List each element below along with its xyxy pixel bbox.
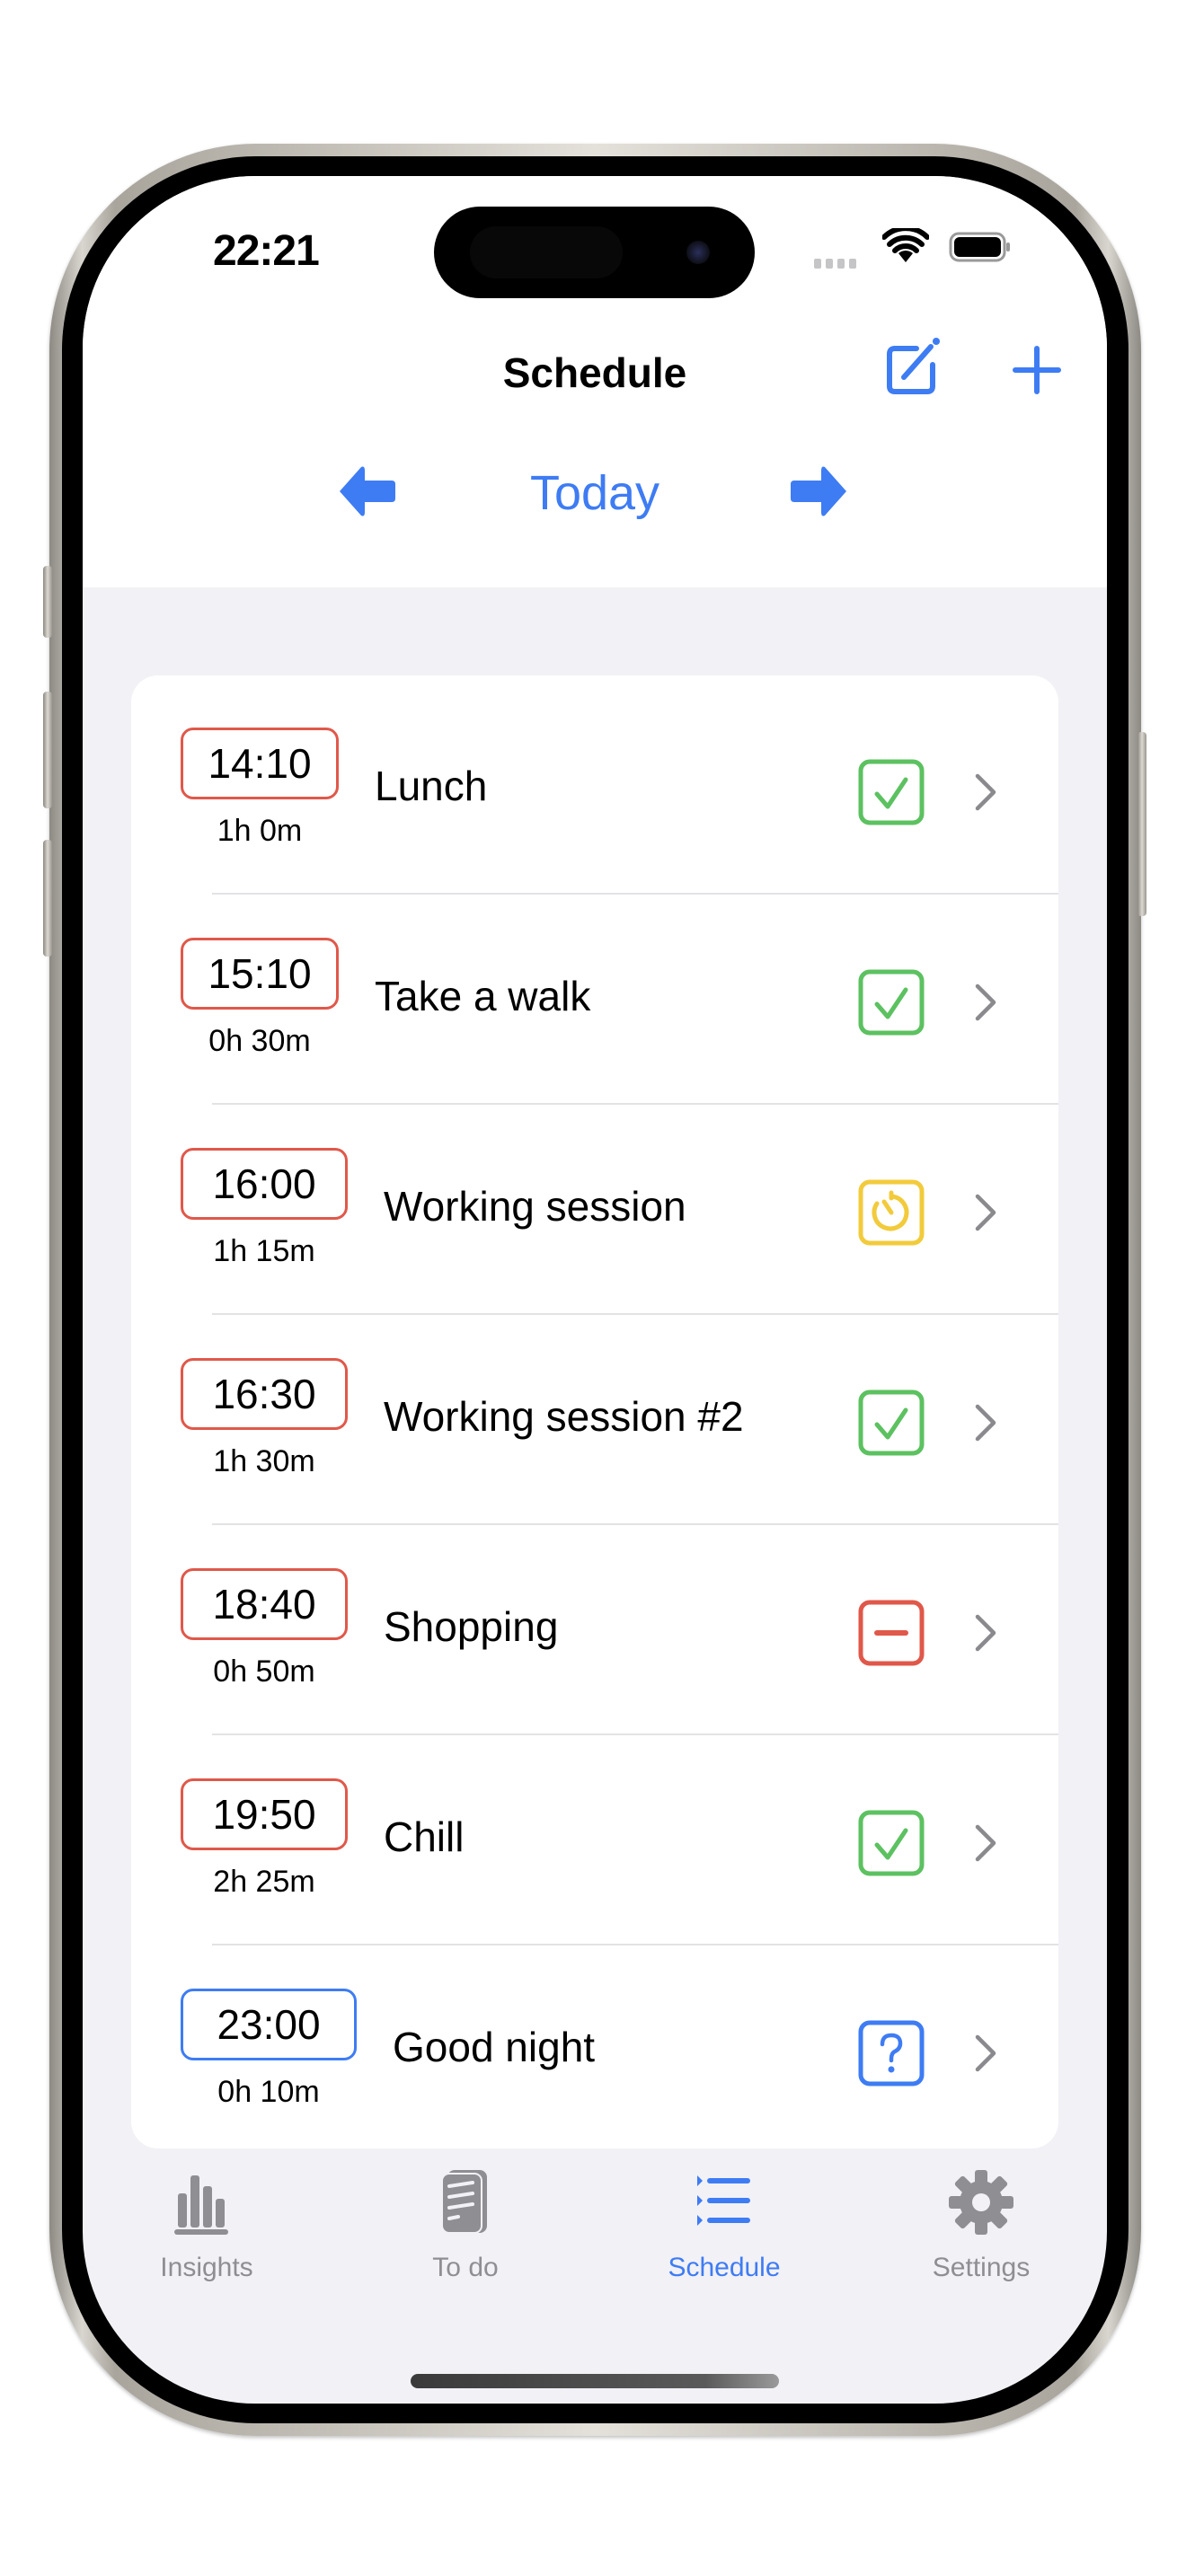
action-button xyxy=(43,566,52,638)
schedule-row[interactable]: 23:00 0h 10m Good night xyxy=(131,1945,1058,2148)
volume-up-button xyxy=(43,692,52,808)
tab-label: Insights xyxy=(160,2253,253,2282)
list-bullet-icon xyxy=(697,2175,750,2226)
arrow-left-icon xyxy=(340,466,395,516)
chevron-right-icon xyxy=(975,2034,996,2072)
chevron-right-icon xyxy=(975,1194,996,1231)
schedule-list: 14:10 1h 0m Lunch 15:10 0h 30m Take a walk 16:… xyxy=(131,675,1058,2148)
tab-schedule[interactable]: Schedule xyxy=(625,2168,823,2283)
wifi-icon xyxy=(882,228,929,262)
schedule-row[interactable]: 16:30 1h 30m Working session #2 xyxy=(131,1315,1058,1525)
power-button xyxy=(1137,732,1146,916)
start-time: 16:00 xyxy=(212,1160,316,1207)
start-time: 16:30 xyxy=(212,1371,316,1417)
start-time: 19:50 xyxy=(212,1791,316,1838)
tab-label: To do xyxy=(432,2253,499,2282)
duration-label: 1h 30m xyxy=(213,1444,315,1478)
start-time-badge[interactable]: 19:50 xyxy=(181,1778,348,1850)
duration-label: 1h 0m xyxy=(217,814,303,848)
chart-bar-icon xyxy=(174,2175,228,2235)
start-time: 14:10 xyxy=(208,740,312,787)
event-title: Working session xyxy=(384,1183,686,1230)
duration-label: 0h 10m xyxy=(217,2075,320,2109)
document-icon xyxy=(441,2170,487,2234)
checkmark-square-icon[interactable] xyxy=(857,968,925,1037)
chevron-right-icon xyxy=(975,773,996,811)
schedule-row[interactable]: 16:00 1h 15m Working session xyxy=(131,1105,1058,1315)
start-time-badge[interactable]: 16:30 xyxy=(181,1358,348,1430)
event-title: Good night xyxy=(393,2024,596,2070)
tab-label: Schedule xyxy=(668,2253,781,2282)
tab-bar: Insights To do Schedule Settings xyxy=(83,2143,1107,2404)
start-time: 15:10 xyxy=(208,950,312,997)
chevron-right-icon xyxy=(975,984,996,1021)
duration-label: 2h 25m xyxy=(213,1865,315,1899)
event-title: Shopping xyxy=(384,1603,559,1650)
schedule-row[interactable]: 19:50 2h 25m Chill xyxy=(131,1735,1058,1945)
schedule-row[interactable]: 14:10 1h 0m Lunch xyxy=(131,684,1058,895)
minus-square-icon[interactable] xyxy=(857,1599,925,1667)
tab-settings[interactable]: Settings xyxy=(882,2168,1080,2283)
checkmark-square-icon[interactable] xyxy=(857,758,925,826)
dynamic-island xyxy=(434,207,755,298)
start-time-badge[interactable]: 15:10 xyxy=(181,938,339,1010)
home-indicator[interactable] xyxy=(411,2374,779,2388)
duration-label: 0h 30m xyxy=(208,1024,311,1058)
duration-label: 1h 15m xyxy=(213,1234,315,1268)
event-title: Take a walk xyxy=(375,973,591,1019)
island-sensor xyxy=(470,226,623,278)
screen: 22:21 Schedule Today 14:10 1h 0m Lunch 1… xyxy=(83,176,1107,2404)
today-button[interactable]: Today xyxy=(505,465,685,521)
chevron-right-icon xyxy=(975,1614,996,1652)
checkmark-square-icon[interactable] xyxy=(857,1809,925,1877)
duration-label: 0h 50m xyxy=(213,1654,315,1689)
start-time: 18:40 xyxy=(212,1581,316,1628)
tab-label: Settings xyxy=(932,2253,1031,2282)
checkmark-square-icon[interactable] xyxy=(857,1389,925,1457)
start-time-badge[interactable]: 23:00 xyxy=(181,1989,357,2060)
next-day-button[interactable] xyxy=(789,465,848,517)
event-title: Chill xyxy=(384,1813,465,1860)
chevron-right-icon xyxy=(975,1404,996,1442)
questionmark-square-icon[interactable] xyxy=(857,2019,925,2087)
event-title: Lunch xyxy=(375,763,488,809)
square-and-pencil-icon xyxy=(887,338,940,394)
gear-icon xyxy=(949,2170,1013,2235)
schedule-row[interactable]: 15:10 0h 30m Take a walk xyxy=(131,895,1058,1105)
status-time: 22:21 xyxy=(213,227,320,275)
start-time: 23:00 xyxy=(217,2001,321,2048)
add-button[interactable] xyxy=(1008,341,1066,399)
schedule-row[interactable]: 18:40 0h 50m Shopping xyxy=(131,1525,1058,1735)
battery-icon xyxy=(949,232,1010,262)
tab-insights[interactable]: Insights xyxy=(108,2168,305,2283)
camera-icon xyxy=(686,241,710,264)
previous-day-button[interactable] xyxy=(338,465,397,517)
header: 22:21 Schedule Today xyxy=(83,176,1107,587)
edit-button[interactable] xyxy=(881,336,943,399)
timer-square-icon[interactable] xyxy=(857,1178,925,1247)
start-time-badge[interactable]: 16:00 xyxy=(181,1148,348,1220)
volume-down-button xyxy=(43,840,52,957)
plus-icon xyxy=(1013,346,1061,394)
arrow-right-icon xyxy=(791,466,846,516)
chevron-right-icon xyxy=(975,1824,996,1862)
start-time-badge[interactable]: 14:10 xyxy=(181,728,339,799)
tab-todo[interactable]: To do xyxy=(367,2168,564,2283)
event-title: Working session #2 xyxy=(384,1393,744,1440)
start-time-badge[interactable]: 18:40 xyxy=(181,1568,348,1640)
cellular-signal-icon xyxy=(814,259,856,269)
page-title: Schedule xyxy=(502,349,687,396)
